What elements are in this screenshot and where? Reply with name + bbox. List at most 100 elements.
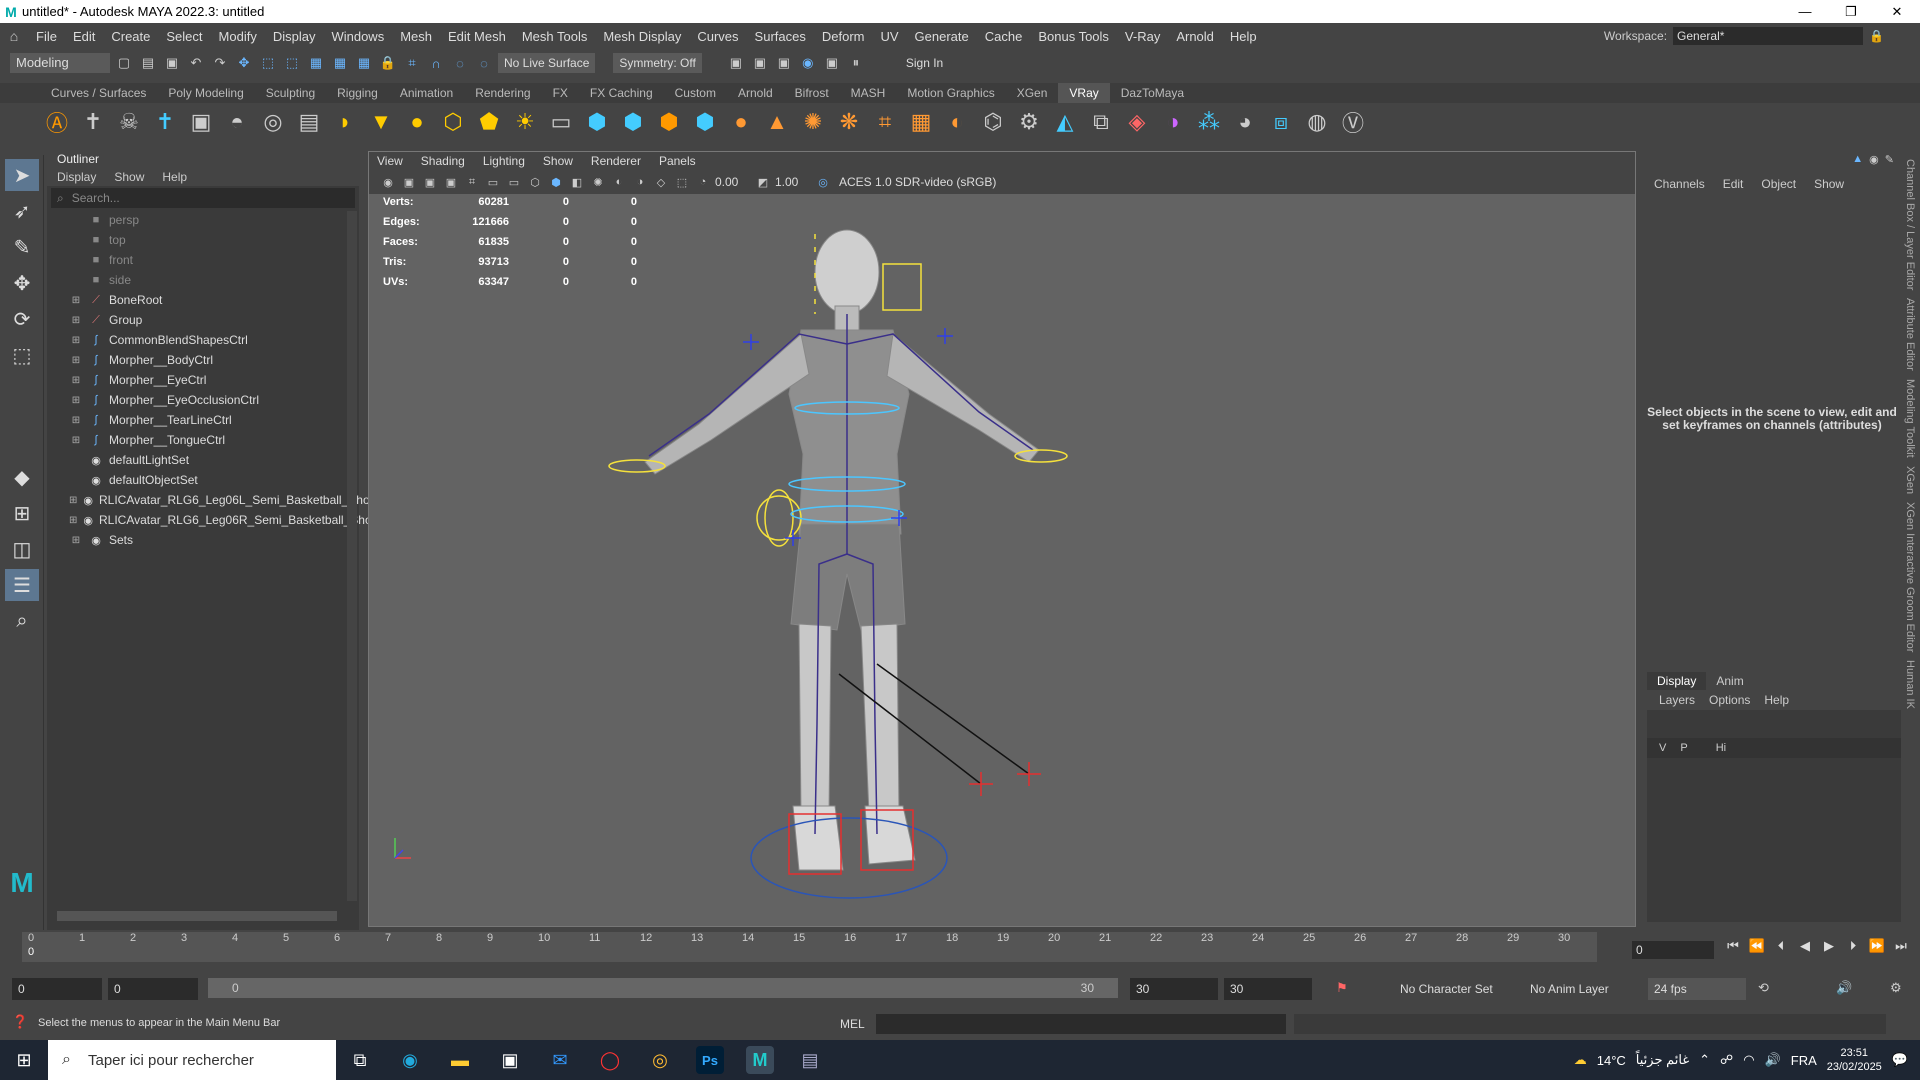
vray-spot-light-icon[interactable]: ▼ xyxy=(366,107,396,137)
vray-atoms-icon[interactable]: ⁂ xyxy=(1194,107,1224,137)
loop-icon[interactable]: ⟲ xyxy=(1758,980,1769,996)
camera-select-icon[interactable]: ◉ xyxy=(379,173,397,191)
chrome-icon[interactable]: ◎ xyxy=(646,1046,674,1074)
layer-menu-options[interactable]: Options xyxy=(1709,690,1750,710)
vray-ies-light-icon[interactable]: ⬡ xyxy=(438,107,468,137)
vray-grid-icon[interactable]: ⌗ xyxy=(870,107,900,137)
exposure-icon[interactable]: ◔ xyxy=(694,173,712,191)
vray-box-icon[interactable]: ▣ xyxy=(186,107,216,137)
lock-icon[interactable]: 🔒 xyxy=(1869,29,1884,43)
stop-icon[interactable]: ⏸ xyxy=(846,53,866,73)
smooth-shade-icon[interactable]: ⬢ xyxy=(547,173,565,191)
right-tab-channel-box-layer-editor[interactable]: Channel Box / Layer Editor xyxy=(1904,159,1916,290)
right-tab-xgen-interactive-groom-editor[interactable]: XGen Interactive Groom Editor xyxy=(1904,502,1916,652)
lasso-tool-icon[interactable]: ➶ xyxy=(5,195,39,227)
outliner-item[interactable]: ◉ defaultObjectSet xyxy=(47,470,359,490)
vray-plane-icon[interactable]: ▭ xyxy=(546,107,576,137)
menu-create[interactable]: Create xyxy=(103,29,158,44)
ambient-occlusion-icon[interactable]: ◑ xyxy=(631,173,649,191)
viewport-panel[interactable]: View Shading Lighting Show Renderer Panels ◉ … xyxy=(368,151,1636,927)
outliner-item[interactable]: ⊞ ◉ Sets xyxy=(47,530,359,550)
color-space-dropdown[interactable]: ACES 1.0 SDR-video (sRGB) xyxy=(835,173,1035,191)
viewport-menu-renderer[interactable]: Renderer xyxy=(591,152,641,170)
menu-windows[interactable]: Windows xyxy=(323,29,392,44)
vray-drop-icon[interactable]: ◈ xyxy=(1122,107,1152,137)
right-tab-modeling-toolkit[interactable]: Modeling Toolkit xyxy=(1904,379,1916,458)
menu-cache[interactable]: Cache xyxy=(977,29,1031,44)
maya-taskbar-icon[interactable]: M xyxy=(746,1046,774,1074)
expand-icon[interactable]: ⊞ xyxy=(69,335,83,346)
image-plane-icon[interactable]: ▣ xyxy=(442,173,460,191)
select-object-icon[interactable]: ⬚ xyxy=(258,53,278,73)
minimize-icon[interactable]: — xyxy=(1782,0,1828,23)
outliner-item[interactable]: ⊞ ◉ RLICAvatar_RLG6_Leg06L_Semi_Basketball… xyxy=(47,490,376,510)
layer-tab-display[interactable]: Display xyxy=(1647,672,1707,690)
outlook-icon[interactable]: ✉ xyxy=(546,1046,574,1074)
shadows-icon[interactable]: ◐ xyxy=(610,173,628,191)
outliner-vertical-scrollbar[interactable] xyxy=(347,211,357,901)
two-pane-icon[interactable]: ◫ xyxy=(5,533,39,565)
range-slider[interactable]: 0 30 xyxy=(208,978,1118,998)
menu-file[interactable]: File xyxy=(28,29,65,44)
vray-sphere-icon[interactable]: ◎ xyxy=(258,107,288,137)
hypershade-icon[interactable]: ▣ xyxy=(822,53,842,73)
snap-curve-icon[interactable]: ∩ xyxy=(426,53,446,73)
taskbar-search[interactable]: ⌕ Taper ici pour rechercher xyxy=(48,1040,336,1080)
film-gate-icon[interactable]: ▭ xyxy=(484,173,502,191)
vray-hair-icon[interactable]: ✺ xyxy=(798,107,828,137)
outliner-item[interactable]: ■ persp xyxy=(47,210,359,230)
channel-box-icon[interactable]: ▲ xyxy=(1852,153,1863,166)
outliner-menu-help[interactable]: Help xyxy=(162,168,187,186)
vray-mask-icon[interactable]: ◕ xyxy=(1230,107,1260,137)
menu-arnold[interactable]: Arnold xyxy=(1168,29,1222,44)
shelf-tab-fx-caching[interactable]: FX Caching xyxy=(579,83,664,103)
vray-sun-icon[interactable]: ☀ xyxy=(510,107,540,137)
vray-shelf-icon[interactable]: ▤ xyxy=(294,107,324,137)
viewport-menu-show[interactable]: Show xyxy=(543,152,573,170)
right-tab-xgen[interactable]: XGen xyxy=(1904,466,1916,494)
vray-layers-icon[interactable]: ⧈ xyxy=(1266,107,1296,137)
menu-surfaces[interactable]: Surfaces xyxy=(747,29,814,44)
chevron-up-icon[interactable]: ⌃ xyxy=(1699,1052,1710,1068)
vray-v-icon[interactable]: Ⓥ xyxy=(1338,107,1368,137)
menu-modify[interactable]: Modify xyxy=(211,29,265,44)
shelf-tab-arnold[interactable]: Arnold xyxy=(727,83,784,103)
vray-sound-icon[interactable]: ◍ xyxy=(1302,107,1332,137)
outliner-item[interactable]: ⊞ ∫ Morpher__EyeCtrl xyxy=(47,370,359,390)
weather-text[interactable]: غائم جزئياً xyxy=(1636,1052,1689,1068)
viewport-menu-view[interactable]: View xyxy=(377,152,403,170)
menu-edit-mesh[interactable]: Edit Mesh xyxy=(440,29,514,44)
layer-menu-layers[interactable]: Layers xyxy=(1659,690,1695,710)
outliner-item[interactable]: ⊞ ∫ Morpher__EyeOcclusionCtrl xyxy=(47,390,359,410)
task-view-icon[interactable]: ⧉ xyxy=(346,1046,374,1074)
expand-icon[interactable]: ⊞ xyxy=(69,355,83,366)
fps-dropdown[interactable]: 24 fps xyxy=(1648,978,1746,1000)
wifi-icon[interactable]: ◠ xyxy=(1743,1052,1754,1068)
vray-sphere-light-icon[interactable]: ● xyxy=(402,107,432,137)
playback-start-field[interactable]: 0 xyxy=(108,978,198,1000)
gamma-icon[interactable]: ◩ xyxy=(754,173,772,191)
menu-set-dropdown[interactable]: Modeling xyxy=(10,53,110,73)
expand-icon[interactable]: ⊞ xyxy=(69,435,83,446)
select-hierarchy-icon[interactable]: ✥ xyxy=(234,53,254,73)
vray-frame-buffer-icon[interactable]: ✝ xyxy=(78,107,108,137)
symmetry-dropdown[interactable]: Symmetry: Off xyxy=(613,53,702,73)
isolate-select-icon[interactable]: ◇ xyxy=(652,173,670,191)
vray-proxy2-icon[interactable]: ⬢ xyxy=(618,107,648,137)
menu-deform[interactable]: Deform xyxy=(814,29,873,44)
viewport-menu-lighting[interactable]: Lighting xyxy=(483,152,525,170)
vray-dome-light-icon[interactable]: ◗ xyxy=(330,107,360,137)
anim-layer-dropdown[interactable]: No Anim Layer xyxy=(1524,978,1642,1000)
undo-icon[interactable]: ↶ xyxy=(186,53,206,73)
new-scene-icon[interactable]: ▢ xyxy=(114,53,134,73)
lock-selection-icon[interactable]: 🔒 xyxy=(378,53,398,73)
vray-dome-icon[interactable]: ◓ xyxy=(222,107,252,137)
vray-color-icon[interactable]: ◑ xyxy=(1158,107,1188,137)
vray-proxy4-icon[interactable]: ⬢ xyxy=(690,107,720,137)
menu-help[interactable]: Help xyxy=(1222,29,1265,44)
playback-end-field[interactable]: 30 xyxy=(1130,978,1218,1000)
right-tab-human-ik[interactable]: Human IK xyxy=(1904,660,1916,709)
step-back-frame-icon[interactable]: ⏴ xyxy=(1772,938,1790,954)
outliner-item[interactable]: ◉ defaultLightSet xyxy=(47,450,359,470)
outliner-item[interactable]: ⊞ ∫ Morpher__TongueCtrl xyxy=(47,430,359,450)
